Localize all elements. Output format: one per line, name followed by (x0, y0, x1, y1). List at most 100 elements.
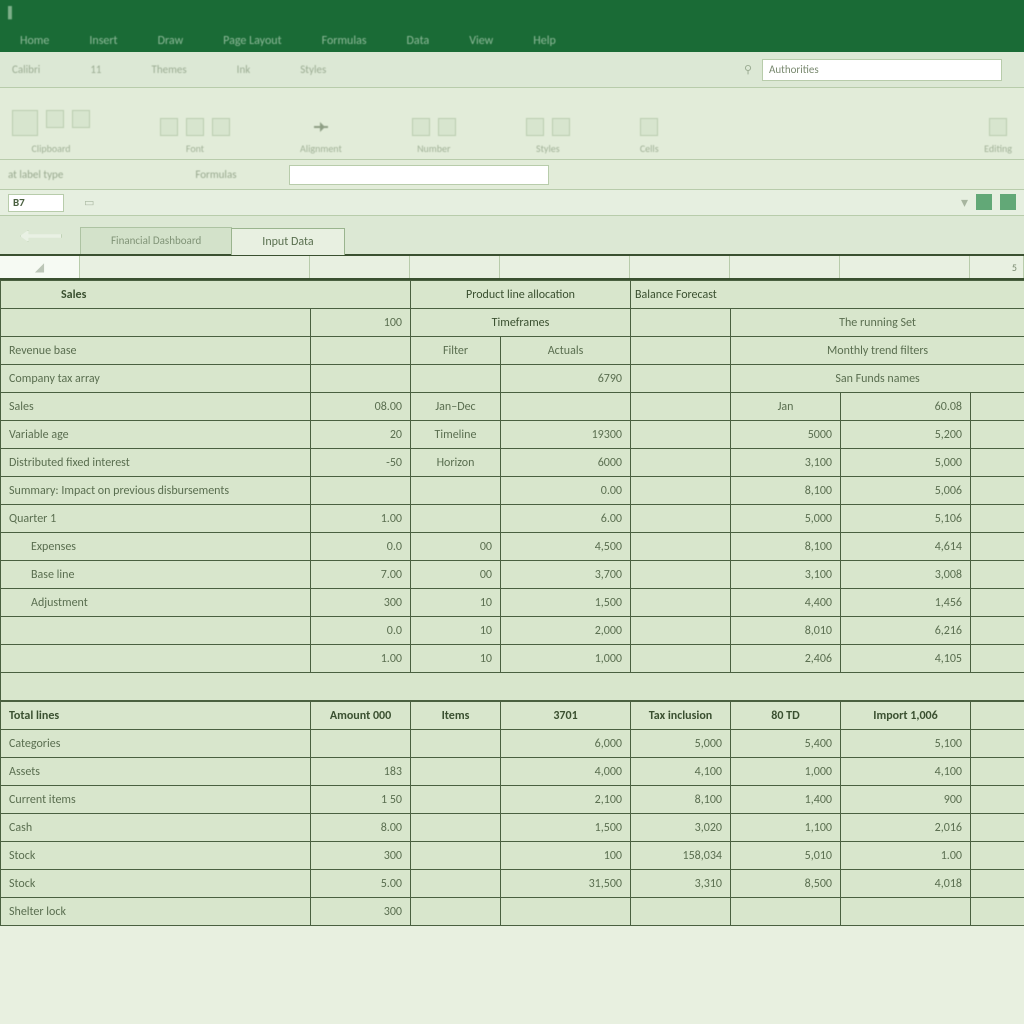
view-icon-2[interactable] (1000, 194, 1016, 210)
ribbon-group-clipboard: Clipboard (12, 110, 90, 155)
cell-reference: B7 (13, 196, 25, 209)
col-b[interactable] (310, 256, 410, 278)
tell-me-search[interactable]: Authorities (762, 59, 1002, 81)
insert-cells-icon[interactable] (640, 118, 658, 136)
tab-insert[interactable]: Insert (75, 30, 131, 52)
ribbon-group-alignment: Alignment (300, 118, 342, 155)
col-g[interactable] (840, 256, 970, 278)
themes[interactable]: Themes (151, 63, 186, 76)
cut-icon[interactable] (46, 110, 64, 128)
lower-row: Current items 1 50 2,100 8,100 1,400 900 (1, 786, 1024, 814)
row-r2: Company tax array 6790 San Funds names (1, 365, 1024, 393)
col-d[interactable] (500, 256, 630, 278)
sales-title: Sales (1, 281, 411, 309)
title-bar: ▌ (0, 0, 1024, 24)
number-format-icon[interactable] (412, 118, 430, 136)
sheet-tab-inputdata[interactable]: Input Data (231, 228, 344, 255)
app-icon: ▌ (8, 6, 16, 19)
tab-pagelayout[interactable]: Page Layout (209, 30, 295, 52)
lower-row: Shelter lock 300 (1, 898, 1024, 926)
col-h[interactable]: 5 (970, 256, 1024, 278)
row-title: Sales Product line allocation Balance Fo… (1, 281, 1024, 309)
row-r4: Variable age 20 Timeline 19300 5000 5,20… (1, 421, 1024, 449)
underline-icon[interactable] (212, 118, 230, 136)
row-r3: Sales 08.00 Jan–Dec Jan 60.08 (1, 393, 1024, 421)
table-icon[interactable] (552, 118, 570, 136)
r1-e: Filter (411, 337, 501, 365)
right-sub1: The running Set (731, 309, 1024, 337)
col-h-value: 5 (1012, 261, 1017, 274)
percent-icon[interactable] (438, 118, 456, 136)
row-r8: Expenses 0.0 00 4,500 8,100 4,614 (1, 533, 1024, 561)
tab-view[interactable]: View (455, 30, 507, 52)
namebox-row: B7 ▭ ▾ (0, 190, 1024, 216)
lower-row: Categories 6,000 5,000 5,400 5,100 (1, 730, 1024, 758)
font-name[interactable]: Calibri (12, 63, 40, 76)
sheet-tab-dashboard[interactable]: Financial Dashboard (80, 227, 232, 254)
row-r10: Adjustment 300 10 1,500 4,400 1,456 (1, 589, 1024, 617)
formula-label-left: at label type (8, 168, 63, 181)
col-c[interactable] (410, 256, 500, 278)
tab-home[interactable]: Home (6, 30, 63, 52)
row-r6: Summary: Impact on previous disbursement… (1, 477, 1024, 505)
paste-icon[interactable] (12, 110, 38, 136)
sheet-tab-label: Input Data (262, 235, 313, 249)
grid-upper: Sales Product line allocation Balance Fo… (0, 280, 1024, 926)
italic-icon[interactable] (186, 118, 204, 136)
lower-row: Cash 8.00 1,500 3,020 1,100 2,016 (1, 814, 1024, 842)
lower-row: Stock 300 100 158,034 5,010 1.00 (1, 842, 1024, 870)
sub1-value: 100 (311, 309, 411, 337)
font-size[interactable]: 11 (90, 63, 101, 76)
sort-icon[interactable] (989, 118, 1007, 136)
tab-data[interactable]: Data (393, 30, 444, 52)
lower-row: Assets 183 4,000 4,100 1,000 4,100 (1, 758, 1024, 786)
styles[interactable]: Styles (300, 63, 326, 76)
r1-f: Actuals (501, 337, 631, 365)
col-a[interactable] (80, 256, 310, 278)
copy-icon[interactable] (72, 110, 90, 128)
fx-icon[interactable]: ▭ (84, 196, 94, 209)
table-lower[interactable]: Total lines Amount 000 Items 3701 Tax in… (0, 701, 1024, 926)
tab-draw[interactable]: Draw (144, 30, 198, 52)
formula-input[interactable] (289, 165, 549, 185)
bold-icon[interactable] (160, 118, 178, 136)
tab-help[interactable]: Help (519, 30, 570, 52)
sheet-tab-strip: Financial Dashboard Input Data (0, 216, 1024, 256)
row-spacer (1, 673, 1024, 701)
col-f[interactable] (730, 256, 840, 278)
row-r11: 0.0 10 2,000 8,010 6,216 (1, 617, 1024, 645)
search-icon: ⚲ (744, 63, 752, 76)
search-placeholder: Authorities (769, 63, 819, 76)
column-headers: ◢ 5 (0, 256, 1024, 280)
corner-icon: ◢ (35, 260, 44, 275)
conditional-icon[interactable] (526, 118, 544, 136)
ribbon-group-font: Font (160, 118, 230, 155)
view-icon-1[interactable] (976, 194, 992, 210)
arrow-icon[interactable] (312, 118, 330, 136)
right-header: Balance Forecast (631, 281, 1024, 309)
sheet-tab-label: Financial Dashboard (111, 234, 201, 247)
tab-formulas[interactable]: Formulas (308, 30, 381, 52)
ribbon-group-styles: Styles (526, 118, 570, 155)
sub-mid: Timeframes (411, 309, 631, 337)
ribbon-group-number: Number (412, 118, 456, 155)
row-r9: Base line 7.00 00 3,700 3,100 3,008 (1, 561, 1024, 589)
ribbon-tabs: Home Insert Draw Page Layout Formulas Da… (0, 24, 1024, 52)
formula-label-mid: Formulas (195, 168, 236, 181)
ribbon: Clipboard Font Alignment Number Styles (0, 88, 1024, 160)
ribbon-group-cells: Cells (640, 118, 659, 155)
chevron-down-icon[interactable]: ▾ (961, 194, 968, 211)
r1-label: Revenue base (1, 337, 311, 365)
formula-row: at label type Formulas (0, 160, 1024, 190)
sub-ribbon: Calibri 11 Themes Ink Styles ⚲ Authoriti… (0, 52, 1024, 88)
table-upper[interactable]: Sales Product line allocation Balance Fo… (0, 280, 1024, 701)
mid-header: Product line allocation (411, 281, 631, 309)
lower-header-row: Total lines Amount 000 Items 3701 Tax in… (1, 702, 1024, 730)
lower-row: Stock 5.00 31,500 3,310 8,500 4,018 (1, 870, 1024, 898)
select-all-corner[interactable]: ◢ (0, 256, 80, 278)
name-box[interactable]: B7 (8, 194, 64, 212)
col-e[interactable] (630, 256, 730, 278)
row-r7: Quarter 1 1.00 6.00 5,000 5,106 (1, 505, 1024, 533)
row-r12: 1.00 10 1,000 2,406 4,105 (1, 645, 1024, 673)
ink[interactable]: Ink (237, 63, 251, 76)
